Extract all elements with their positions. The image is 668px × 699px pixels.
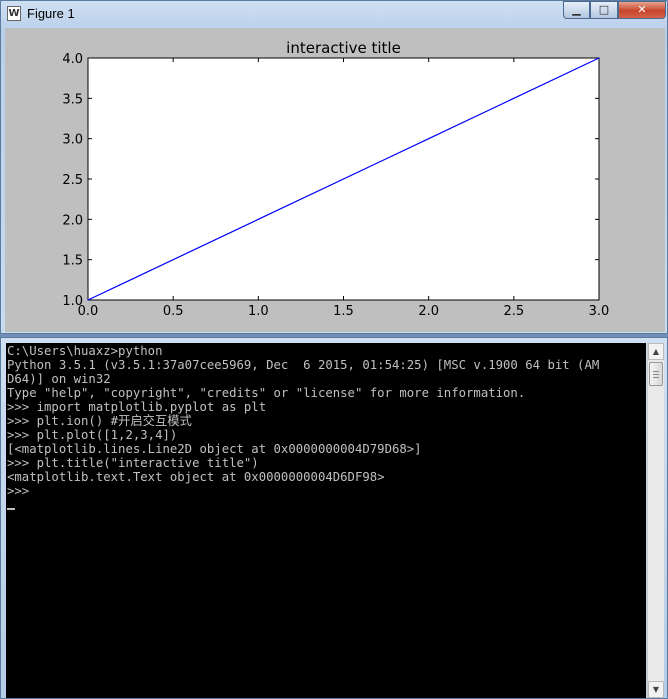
figure-canvas[interactable]: 0.0 0.5 1.0 1.5 2.0 2.5 3.0 1.0 1.5 2.0 2.5 3.0 3.5 4… [5, 28, 665, 332]
x-tick-label: 3.0 [589, 304, 610, 319]
thumb-grip [653, 374, 659, 375]
thumb-grip [653, 371, 659, 372]
console-text: C:\Users\huaxz>python Python 3.5.1 (v3.5… [6, 343, 646, 512]
line-chart: 0.0 0.5 1.0 1.5 2.0 2.5 3.01.01.52.02.53.03.54… [62, 39, 610, 319]
scroll-up-arrow-icon[interactable]: ▲ [648, 343, 664, 360]
console-window: C:\Users\huaxz>python Python 3.5.1 (v3.5… [0, 337, 668, 699]
x-tick-label: 2.5 [503, 304, 524, 319]
y-tick-label: 2.0 [62, 213, 83, 228]
console-cursor [7, 508, 15, 510]
scroll-down-arrow-icon[interactable]: ▼ [648, 681, 664, 698]
x-tick-label: 1.0 [248, 304, 269, 319]
console-line: Type "help", "copyright", "credits" or "… [7, 386, 526, 400]
data-point [428, 138, 430, 140]
console-scrollbar[interactable]: ▲ ▼ [647, 343, 664, 698]
chart-title: interactive title [286, 39, 401, 57]
data-point [598, 57, 600, 59]
thumb-grip [653, 377, 659, 378]
figure-titlebar[interactable]: W Figure 1 ▁ □ ✕ [1, 1, 667, 27]
x-tick-label: 0.5 [163, 304, 184, 319]
y-tick-label: 3.0 [62, 133, 83, 148]
console-line: <matplotlib.text.Text object at 0x000000… [7, 470, 385, 484]
console-output[interactable]: C:\Users\huaxz>python Python 3.5.1 (v3.5… [6, 343, 646, 698]
y-tick-label: 1.0 [62, 294, 83, 309]
console-line: C:\Users\huaxz>python [7, 344, 163, 358]
data-point [87, 299, 89, 301]
y-tick-label: 2.5 [62, 173, 83, 188]
console-line: >>> import matplotlib.pyplot as plt [7, 400, 267, 414]
console-line: >>> plt.plot([1,2,3,4]) [7, 428, 178, 442]
scrollbar-thumb[interactable] [649, 362, 663, 386]
y-tick-label: 1.5 [62, 254, 83, 269]
data-point [257, 218, 259, 220]
maximize-button[interactable]: □ [590, 1, 618, 19]
close-button[interactable]: ✕ [618, 1, 666, 19]
x-tick-label: 1.5 [333, 304, 354, 319]
minimize-button[interactable]: ▁ [563, 1, 590, 19]
console-line: >>> plt.title("interactive title") [7, 456, 259, 470]
console-line: [<matplotlib.lines.Line2D object at 0x00… [7, 442, 422, 456]
y-tick-label: 3.5 [62, 92, 83, 107]
figure-window: W Figure 1 ▁ □ ✕ 0.0 0.5 1.0 1.5 2.0 2.5 3.0 1.… [0, 0, 668, 334]
figure-window-title: Figure 1 [27, 6, 75, 21]
y-tick-label: 4.0 [62, 52, 83, 67]
console-line: >>> [7, 484, 30, 498]
console-line: >>> plt.ion() #开启交互模式 [7, 414, 192, 428]
x-tick-label: 2.0 [418, 304, 439, 319]
figure-app-icon[interactable]: W [7, 6, 21, 21]
console-line: D64)] on win32 [7, 372, 111, 386]
console-line: Python 3.5.1 (v3.5.1:37a07cee5969, Dec 6… [7, 358, 600, 372]
